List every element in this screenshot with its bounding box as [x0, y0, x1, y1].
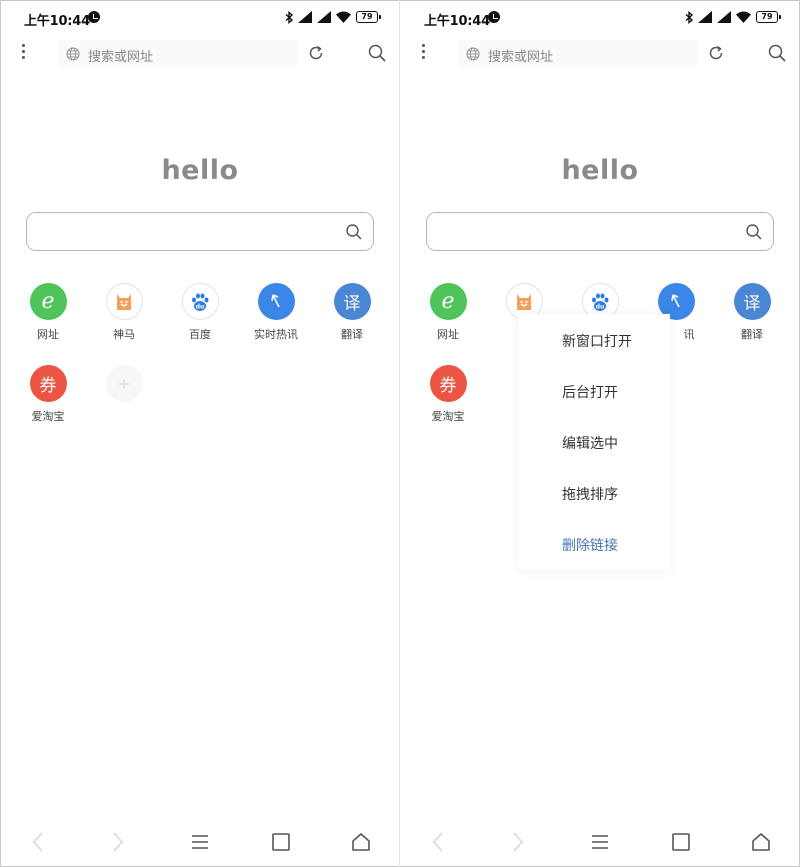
more-menu-icon[interactable]: [20, 44, 26, 62]
menu-item-open-background[interactable]: 后台打开: [562, 382, 618, 402]
menu-item-edit-selected[interactable]: 编辑选中: [562, 433, 618, 453]
back-icon[interactable]: [30, 831, 46, 853]
shortcut-label: 爱淘宝: [31, 410, 65, 423]
status-bar: 上午10:44 79: [0, 0, 400, 36]
reload-icon[interactable]: [307, 44, 325, 62]
shortcut-baidu[interactable]: du 百度: [170, 283, 230, 342]
url-bar[interactable]: 搜索或网址: [58, 40, 298, 68]
svg-text:du: du: [196, 303, 205, 310]
url-bar[interactable]: 搜索或网址: [458, 40, 698, 68]
menu-item-delete-link[interactable]: 删除链接: [562, 535, 618, 555]
battery-icon: 79: [356, 11, 381, 23]
status-icons: 79: [685, 10, 781, 24]
add-shortcut-button[interactable]: [94, 365, 154, 402]
search-icon[interactable]: [767, 43, 787, 63]
alarm-icon: [488, 11, 500, 23]
browser-logo-text: hello: [161, 155, 239, 186]
shortcut-label: 百度: [189, 328, 211, 341]
left-phone-screen: 上午10:44 79 搜索或网址 hello e 网址 神马 du 百度 实时热…: [0, 0, 400, 867]
add-icon: [105, 365, 143, 402]
forward-icon[interactable]: [110, 831, 126, 853]
signal-1-icon: [698, 11, 712, 23]
menu-icon[interactable]: [190, 831, 210, 853]
search-icon[interactable]: [367, 43, 387, 63]
baidu-icon: du: [181, 283, 219, 320]
status-bar: 上午10:44 79: [400, 0, 800, 36]
status-icons: 79: [285, 10, 381, 24]
signal-2-icon: [317, 11, 331, 23]
translate-icon: 译: [733, 283, 771, 320]
url-placeholder: 搜索或网址: [88, 50, 154, 65]
browser-toolbar: 搜索或网址: [400, 36, 800, 70]
ie-icon: e: [429, 283, 467, 320]
signal-2-icon: [717, 11, 731, 23]
wifi-icon: [736, 11, 751, 23]
reload-icon[interactable]: [707, 44, 725, 62]
hot-news-icon: [257, 283, 295, 320]
browser-logo-text: hello: [561, 155, 639, 186]
tabs-icon[interactable]: [671, 831, 691, 853]
shortcut-label: 实时热讯: [254, 328, 298, 341]
shenma-icon: [105, 283, 143, 320]
search-icon[interactable]: [345, 223, 363, 241]
battery-icon: 79: [756, 11, 781, 23]
shortcut-shenma[interactable]: 神马: [94, 283, 154, 342]
shortcut-label: 神马: [113, 328, 135, 341]
bottom-navigation: [0, 819, 400, 867]
shortcut-hot-news[interactable]: 实时热讯: [246, 283, 306, 342]
home-search-box[interactable]: [426, 212, 774, 251]
status-time: 上午10:44: [424, 14, 490, 29]
shortcut-label: 爱淘宝: [431, 410, 465, 423]
status-time: 上午10:44: [24, 14, 90, 29]
bluetooth-icon: [285, 10, 293, 24]
menu-icon[interactable]: [590, 831, 610, 853]
shortcut-label: 网址: [437, 328, 459, 341]
menu-item-open-new-window[interactable]: 新窗口打开: [562, 331, 632, 351]
home-search-box[interactable]: [26, 212, 374, 251]
shortcut-label: 网址: [37, 328, 59, 341]
coupon-icon: 券: [429, 365, 467, 402]
back-icon[interactable]: [430, 831, 446, 853]
signal-1-icon: [298, 11, 312, 23]
shortcut-wangzhi[interactable]: e 网址: [418, 283, 478, 342]
shortcut-context-menu: 新窗口打开 后台打开 编辑选中 拖拽排序 删除链接: [518, 314, 670, 570]
url-placeholder: 搜索或网址: [488, 50, 554, 65]
shortcut-translate[interactable]: 译 翻译: [322, 283, 382, 342]
menu-item-drag-sort[interactable]: 拖拽排序: [562, 484, 618, 504]
ie-icon: e: [29, 283, 67, 320]
translate-icon: 译: [333, 283, 371, 320]
home-icon[interactable]: [751, 831, 771, 853]
shortcut-aitaobao[interactable]: 券 爱淘宝: [418, 365, 478, 424]
bottom-navigation: [400, 819, 800, 867]
svg-text:du: du: [596, 303, 605, 310]
tabs-icon[interactable]: [271, 831, 291, 853]
shortcut-label: 翻译: [741, 328, 763, 341]
shortcut-translate[interactable]: 译 翻译: [722, 283, 782, 342]
globe-icon: [66, 47, 80, 61]
shortcut-label: 翻译: [341, 328, 363, 341]
shortcut-aitaobao[interactable]: 券 爱淘宝: [18, 365, 78, 424]
more-menu-icon[interactable]: [420, 44, 426, 62]
search-icon[interactable]: [745, 223, 763, 241]
bluetooth-icon: [685, 10, 693, 24]
alarm-icon: [88, 11, 100, 23]
globe-icon: [466, 47, 480, 61]
wifi-icon: [336, 11, 351, 23]
coupon-icon: 券: [29, 365, 67, 402]
browser-toolbar: 搜索或网址: [0, 36, 400, 70]
shortcut-wangzhi[interactable]: e 网址: [18, 283, 78, 342]
forward-icon[interactable]: [510, 831, 526, 853]
home-icon[interactable]: [351, 831, 371, 853]
